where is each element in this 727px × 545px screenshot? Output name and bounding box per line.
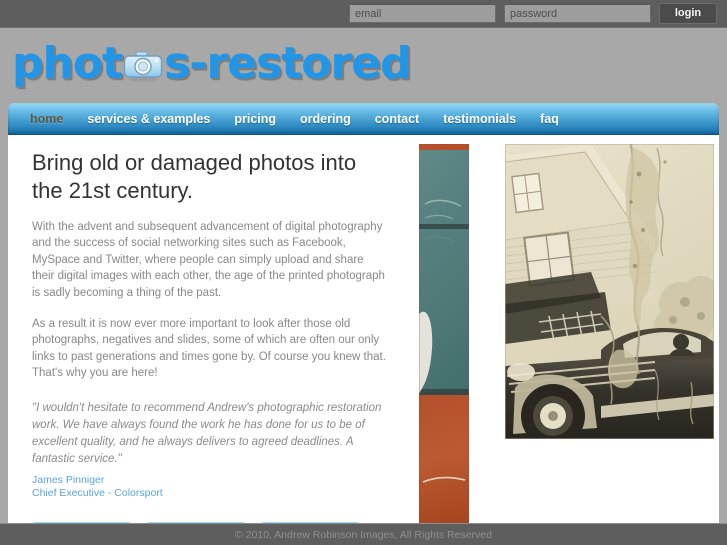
nav-item-faq[interactable]: faq <box>540 112 559 126</box>
photo-strip-tennis-court <box>419 144 469 523</box>
nav-item-ordering[interactable]: ordering <box>300 112 351 126</box>
page-root: login phot <box>0 0 727 545</box>
photo-vintage-house-car <box>505 144 714 439</box>
login-button[interactable]: login <box>659 3 717 24</box>
password-field[interactable] <box>504 4 651 23</box>
text-column: Bring old or damaged photos into the 21s… <box>8 135 408 523</box>
login-form: login <box>349 3 717 24</box>
email-field[interactable] <box>349 4 496 23</box>
logo-band: phot s-restored <box>0 28 727 103</box>
top-login-bar: login <box>0 0 727 28</box>
nav-item-testimonials[interactable]: testimonials <box>443 112 516 126</box>
testimonial-author-role: Chief Executive - Colorsport <box>32 486 163 499</box>
page-headline: Bring old or damaged photos into the 21s… <box>32 150 357 203</box>
page-footer: © 2010, Andrew Robinson Images, All Righ… <box>0 523 727 545</box>
camera-icon <box>123 51 163 82</box>
content-area: Bring old or damaged photos into the 21s… <box>8 135 719 523</box>
logo-text-before: phot <box>12 38 123 89</box>
nav-item-pricing[interactable]: pricing <box>234 112 276 126</box>
main-navigation: home services & examples pricing orderin… <box>8 103 719 135</box>
testimonial-quote: "I wouldn't hesitate to recommend Andrew… <box>32 401 382 465</box>
nav-item-services[interactable]: services & examples <box>87 112 210 126</box>
intro-paragraph-1: With the advent and subsequent advanceme… <box>32 221 385 299</box>
site-logo[interactable]: phot s-restored <box>12 38 412 89</box>
intro-paragraph-2: As a result it is now ever more importan… <box>32 318 386 380</box>
copyright-text: © 2010, Andrew Robinson Images, All Righ… <box>235 528 492 541</box>
image-column <box>408 135 719 523</box>
content-panel: home services & examples pricing orderin… <box>8 103 719 523</box>
logo-text-after: s-restored <box>164 38 411 89</box>
testimonial-author: James Pinniger <box>32 473 105 486</box>
testimonial-block: "I wouldn't hesitate to recommend Andrew… <box>32 400 388 500</box>
nav-item-contact[interactable]: contact <box>375 112 419 126</box>
nav-item-home[interactable]: home <box>30 112 63 126</box>
